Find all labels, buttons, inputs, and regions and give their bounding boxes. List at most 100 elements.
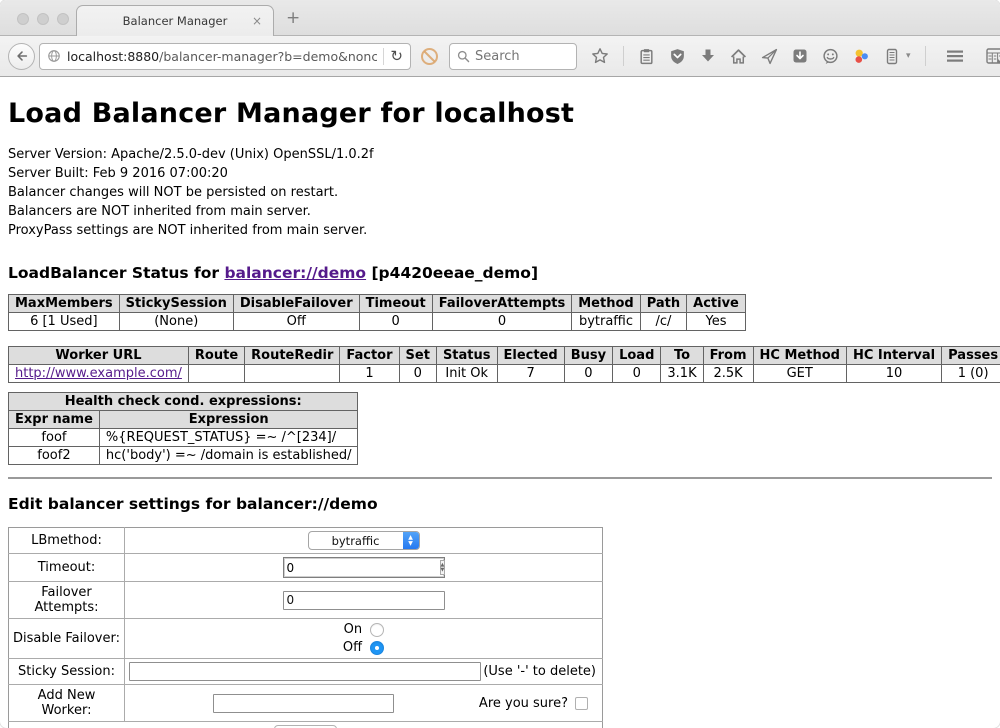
toolbar-icons: ▾ — [591, 46, 1000, 66]
content-blocker-icon[interactable] — [420, 47, 439, 66]
balancer-demo-link[interactable]: balancer://demo — [224, 264, 366, 282]
toolbar-separator — [623, 46, 624, 66]
window-close-button[interactable] — [17, 13, 29, 25]
cell-maxmembers: 6 [1 Used] — [9, 313, 120, 331]
window-zoom-button[interactable] — [57, 13, 69, 25]
title-bar: Balancer Manager × + — [0, 0, 1000, 36]
col-disablefailover: DisableFailover — [233, 295, 359, 313]
url-path: /balancer-manager?b=demo&nonce=decc37be-… — [159, 49, 377, 64]
bookmark-star-icon[interactable] — [591, 47, 609, 65]
failover-label: Failover Attempts: — [9, 582, 125, 619]
failover-attempts-input[interactable] — [283, 591, 445, 610]
downloads-icon[interactable] — [700, 48, 716, 64]
cell-route — [188, 365, 244, 383]
search-bar[interactable] — [449, 43, 577, 70]
lbmethod-label: LBmethod: — [9, 528, 125, 554]
feedback-smiley-icon[interactable] — [822, 48, 839, 65]
shield-icon[interactable] — [669, 48, 686, 65]
col-path: Path — [640, 295, 686, 313]
worker-table: Worker URL Route RouteRedir Factor Set S… — [8, 346, 1000, 383]
search-icon — [457, 50, 470, 63]
url-bar[interactable]: localhost:8880/balancer-manager?b=demo&n… — [39, 43, 411, 70]
col-set: Set — [399, 347, 436, 365]
cell-timeout: 0 — [359, 313, 432, 331]
sticky-session-hint: (Use '-' to delete) — [483, 664, 598, 679]
cell-passes: 1 (0) — [942, 365, 1000, 383]
back-button[interactable] — [8, 43, 35, 70]
container-caret-icon[interactable]: ▾ — [906, 51, 911, 61]
worker-url-link[interactable]: http://www.example.com/ — [15, 366, 182, 381]
sticky-session-input[interactable] — [129, 662, 481, 681]
add-worker-label: Add New Worker: — [9, 685, 125, 722]
col-passes: Passes — [942, 347, 1000, 365]
col-elected: Elected — [497, 347, 564, 365]
toolbar-separator-2 — [925, 46, 926, 66]
col-load: Load — [613, 347, 661, 365]
col-maxmembers: MaxMembers — [9, 295, 120, 313]
tab-close-icon[interactable]: × — [250, 14, 264, 28]
lbmethod-select[interactable]: bytraffic ▲▼ — [308, 531, 420, 550]
sticky-session-label: Sticky Session: — [9, 659, 125, 685]
clipboard-icon[interactable] — [638, 48, 655, 65]
are-you-sure-checkbox[interactable] — [575, 697, 588, 710]
radio-off[interactable] — [370, 641, 384, 655]
col-hc-method: HC Method — [753, 347, 846, 365]
pocket-icon[interactable] — [792, 48, 808, 64]
tab-balancer-manager[interactable]: Balancer Manager × — [76, 5, 274, 36]
col-to: To — [661, 347, 703, 365]
window-minimize-button[interactable] — [37, 13, 49, 25]
balancer-header-row: MaxMembers StickySession DisableFailover… — [9, 295, 746, 313]
failover-row: Failover Attempts: — [9, 582, 603, 619]
menu-hamburger-icon[interactable] — [946, 48, 964, 64]
url-text[interactable]: localhost:8880/balancer-manager?b=demo&n… — [67, 49, 377, 64]
cell-status: Init Ok — [436, 365, 497, 383]
new-tab-button[interactable]: + — [286, 8, 300, 28]
timeout-input[interactable] — [284, 561, 440, 575]
cell-path: /c/ — [640, 313, 686, 331]
container-icon[interactable] — [884, 48, 900, 65]
health-title-row: Health check cond. expressions: — [9, 393, 358, 411]
col-routeredir: RouteRedir — [245, 347, 340, 365]
cell-expression-2: hc('body') =~ /domain is established/ — [99, 447, 358, 465]
search-input[interactable] — [475, 49, 555, 64]
cell-from: 2.5K — [703, 365, 753, 383]
radio-on[interactable] — [370, 623, 384, 637]
radio-on-label: On — [344, 622, 362, 637]
reload-button[interactable]: ↻ — [390, 49, 403, 64]
col-timeout: Timeout — [359, 295, 432, 313]
cell-active: Yes — [687, 313, 746, 331]
disable-failover-label: Disable Failover: — [9, 619, 125, 659]
cell-expr-name-1: foof — [9, 429, 100, 447]
timeout-input-wrap: ▲▼ — [283, 557, 445, 578]
health-table-title: Health check cond. expressions: — [9, 393, 358, 411]
number-stepper-icon[interactable]: ▲▼ — [440, 560, 446, 575]
bookmarks-grid-icon[interactable] — [986, 48, 1000, 65]
window-controls — [17, 13, 69, 25]
cell-expr-name-2: foof2 — [9, 447, 100, 465]
section-divider — [8, 477, 992, 479]
col-worker-url: Worker URL — [9, 347, 189, 365]
col-busy: Busy — [564, 347, 612, 365]
home-icon[interactable] — [730, 48, 747, 65]
cell-expression-1: %{REQUEST_STATUS} =~ /^[234]/ — [99, 429, 358, 447]
cell-method: bytraffic — [572, 313, 640, 331]
cell-hc-method: GET — [753, 365, 846, 383]
cell-hc-interval: 10 — [846, 365, 941, 383]
health-check-table: Health check cond. expressions: Expr nam… — [8, 392, 358, 465]
navigation-toolbar: localhost:8880/balancer-manager?b=demo&n… — [0, 36, 1000, 77]
add-worker-input[interactable] — [213, 694, 394, 713]
edit-balancer-heading: Edit balancer settings for balancer://de… — [8, 495, 992, 513]
cell-stickysession: (None) — [119, 313, 233, 331]
col-status: Status — [436, 347, 497, 365]
cell-disablefailover: Off — [233, 313, 359, 331]
cell-to: 3.1K — [661, 365, 703, 383]
loadbalancer-status-heading: LoadBalancer Status for balancer://demo … — [8, 264, 992, 282]
sticky-session-row: Sticky Session: (Use '-' to delete) — [9, 659, 603, 685]
send-plane-icon[interactable] — [761, 48, 778, 65]
site-identity-globe-icon[interactable] — [47, 49, 61, 63]
health-header-row: Expr name Expression — [9, 411, 358, 429]
radio-off-label: Off — [343, 640, 362, 655]
proxypass-warning-line: ProxyPass settings are NOT inherited fro… — [8, 221, 992, 240]
cell-elected: 7 — [497, 365, 564, 383]
colors-dots-icon[interactable] — [853, 48, 870, 65]
